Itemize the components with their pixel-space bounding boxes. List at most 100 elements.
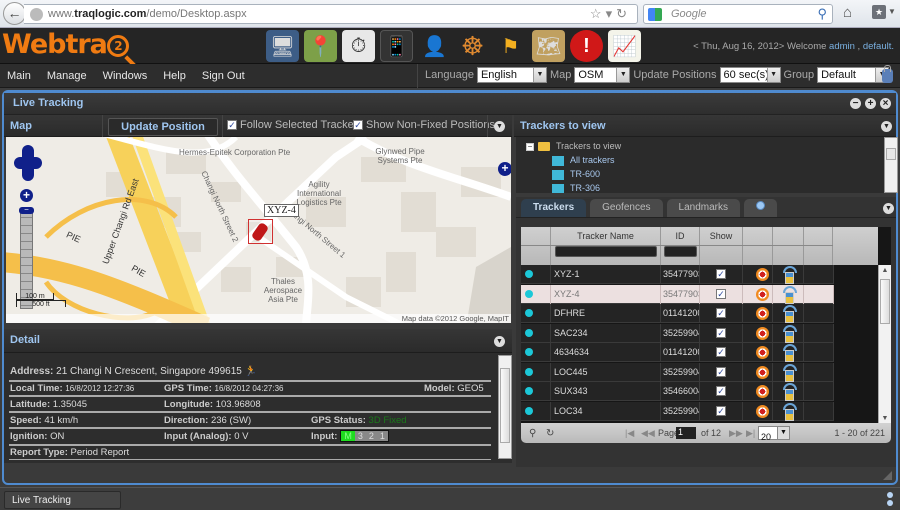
search-input[interactable]: Google ⚲ xyxy=(643,4,833,24)
zoom-out-icon[interactable]: − xyxy=(19,206,34,214)
tree-root[interactable]: Trackers to view xyxy=(556,141,621,151)
update-positions-select[interactable]: 60 sec(s) ▼ xyxy=(719,67,781,83)
window-titlebar[interactable]: Live Tracking − + × xyxy=(4,93,896,115)
tree-item[interactable]: All trackers xyxy=(570,155,615,165)
table-row[interactable]: 4634634 01141200 ✓ xyxy=(521,343,834,362)
table-row[interactable]: DFHRE 01141200 ✓ xyxy=(521,304,834,323)
language-select[interactable]: English ▼ xyxy=(476,67,547,83)
home-icon[interactable]: ⌂ xyxy=(843,4,852,21)
menu-manage[interactable]: Manage xyxy=(47,70,87,82)
locate-target-icon[interactable] xyxy=(756,346,769,359)
map-pin-icon[interactable]: 📍 xyxy=(304,30,337,62)
tracker-name-filter[interactable] xyxy=(555,246,657,257)
minimize-icon[interactable]: − xyxy=(850,98,861,109)
group-select[interactable]: Default▼ xyxy=(817,67,890,83)
refresh-icon[interactable]: ↻ xyxy=(546,428,554,439)
menu-sign-out[interactable]: Sign Out xyxy=(202,70,245,82)
user-icon[interactable]: 👤 xyxy=(418,30,451,62)
detail-scrollbar[interactable] xyxy=(498,355,512,459)
table-row[interactable]: XYZ-1 35477903 ✓ xyxy=(521,265,834,284)
next-page-icon[interactable]: ▶▶ xyxy=(729,428,743,439)
tab-landmarks[interactable]: Landmarks xyxy=(666,199,740,217)
vehicle-marker[interactable] xyxy=(248,219,273,244)
chart-report-icon[interactable]: 📈 xyxy=(608,30,641,62)
stopwatch-icon[interactable]: ⏱ xyxy=(342,30,375,62)
locate-target-icon[interactable] xyxy=(756,307,769,320)
show-checkbox[interactable]: ✓ xyxy=(716,347,726,357)
flag-icon[interactable]: ⚑ xyxy=(494,30,527,62)
lock-icon[interactable] xyxy=(882,65,893,83)
locate-target-icon[interactable] xyxy=(756,268,769,281)
device-signal-icon[interactable] xyxy=(783,363,797,382)
tab-trackers[interactable]: Trackers xyxy=(521,199,587,217)
tab-geofences[interactable]: Geofences xyxy=(590,199,663,217)
back-arrow-icon[interactable]: ← xyxy=(3,2,26,25)
follow-selected-tracker-checkbox[interactable]: ✓ Follow Selected Tracker xyxy=(227,119,357,131)
menu-help[interactable]: Help xyxy=(163,70,186,82)
device-icon[interactable]: 📱 xyxy=(380,30,413,62)
table-row[interactable]: SUX343 35466004 ✓ xyxy=(521,382,834,401)
update-position-button[interactable]: Update Position Now xyxy=(108,118,218,149)
page-input[interactable]: 1 xyxy=(676,427,696,439)
locate-target-icon[interactable] xyxy=(756,287,769,301)
show-checkbox[interactable]: ✓ xyxy=(716,366,726,377)
search-icon[interactable]: ⚲ xyxy=(817,6,827,22)
group-link[interactable]: default. xyxy=(863,41,894,52)
show-checkbox[interactable]: ✓ xyxy=(716,308,726,318)
locate-target-icon[interactable] xyxy=(756,404,769,418)
last-page-icon[interactable]: ▶| xyxy=(746,428,755,439)
page-size-select[interactable]: 20 ▼ xyxy=(758,426,790,442)
locate-target-icon[interactable] xyxy=(756,385,769,398)
tree-item[interactable]: TR-306 xyxy=(570,183,600,193)
bookmark-star-icon[interactable]: ☆▾↻ xyxy=(590,6,631,22)
maximize-icon[interactable]: + xyxy=(865,98,876,109)
device-signal-icon[interactable] xyxy=(783,305,797,323)
layer-switcher-icon[interactable]: + xyxy=(498,162,511,176)
steering-wheel-icon[interactable]: ☸ xyxy=(456,30,489,62)
pan-control[interactable] xyxy=(14,145,42,181)
device-signal-icon[interactable] xyxy=(783,266,797,284)
scroll-up-icon[interactable]: ▲ xyxy=(879,267,891,274)
close-icon[interactable]: × xyxy=(880,98,891,109)
scroll-down-icon[interactable]: ▼ xyxy=(879,415,891,422)
collapse-icon[interactable]: − xyxy=(526,143,534,151)
show-checkbox[interactable]: ✓ xyxy=(716,288,726,299)
table-row[interactable]: LOC34 35259904 ✓ xyxy=(521,401,834,421)
grid-scrollbar[interactable]: ▲ ▼ xyxy=(878,265,891,424)
device-signal-icon[interactable] xyxy=(783,285,797,304)
panel-menu-icon[interactable]: ▼ xyxy=(883,203,894,214)
address-bar[interactable]: www.traqlogic.com/demo/Desktop.aspx ☆▾↻ xyxy=(24,4,638,24)
device-signal-icon[interactable] xyxy=(783,324,797,343)
resize-grip-icon[interactable] xyxy=(883,471,892,480)
monitor-icon[interactable]: 🖥 xyxy=(266,30,299,62)
device-signal-icon[interactable] xyxy=(783,344,797,362)
user-link[interactable]: admin xyxy=(829,41,855,52)
first-page-icon[interactable]: |◀ xyxy=(625,428,634,439)
tree-scrollbar[interactable] xyxy=(884,137,898,193)
device-signal-icon[interactable] xyxy=(783,402,797,421)
street-view-icon[interactable]: 🏃 xyxy=(245,366,257,377)
panel-menu-icon[interactable]: ▼ xyxy=(881,121,892,132)
scroll-thumb[interactable] xyxy=(880,279,890,324)
chevron-down-icon[interactable]: ▼ xyxy=(888,7,896,16)
alert-icon[interactable]: ! xyxy=(570,30,603,62)
taskbar-item-live-tracking[interactable]: Live Tracking xyxy=(4,491,121,509)
menu-windows[interactable]: Windows xyxy=(103,70,148,82)
col-show[interactable]: Show xyxy=(700,227,743,265)
prev-page-icon[interactable]: ◀◀ xyxy=(641,428,655,439)
map-view[interactable]: Hermes-Epitek Corporation Pte Glynwed Pi… xyxy=(6,137,511,323)
map-select[interactable]: OSM ▼ xyxy=(574,67,631,83)
table-row[interactable]: LOC445 35259904 ✓ xyxy=(521,362,834,382)
table-row[interactable]: XYZ-4 35477903 ✓ xyxy=(521,284,834,304)
show-checkbox[interactable]: ✓ xyxy=(716,269,726,279)
device-signal-icon[interactable] xyxy=(783,383,797,401)
more-options-icon[interactable] xyxy=(887,492,893,508)
panel-menu-icon[interactable]: ▼ xyxy=(494,336,505,347)
show-checkbox[interactable]: ✓ xyxy=(716,327,726,338)
locate-target-icon[interactable] xyxy=(756,365,769,379)
show-checkbox[interactable]: ✓ xyxy=(716,386,726,396)
route-map-icon[interactable]: 🗺 xyxy=(532,30,565,62)
tab-search[interactable] xyxy=(744,199,777,217)
tree-item[interactable]: TR-600 xyxy=(570,169,600,179)
bookmarks-icon[interactable]: ★ xyxy=(872,5,886,19)
